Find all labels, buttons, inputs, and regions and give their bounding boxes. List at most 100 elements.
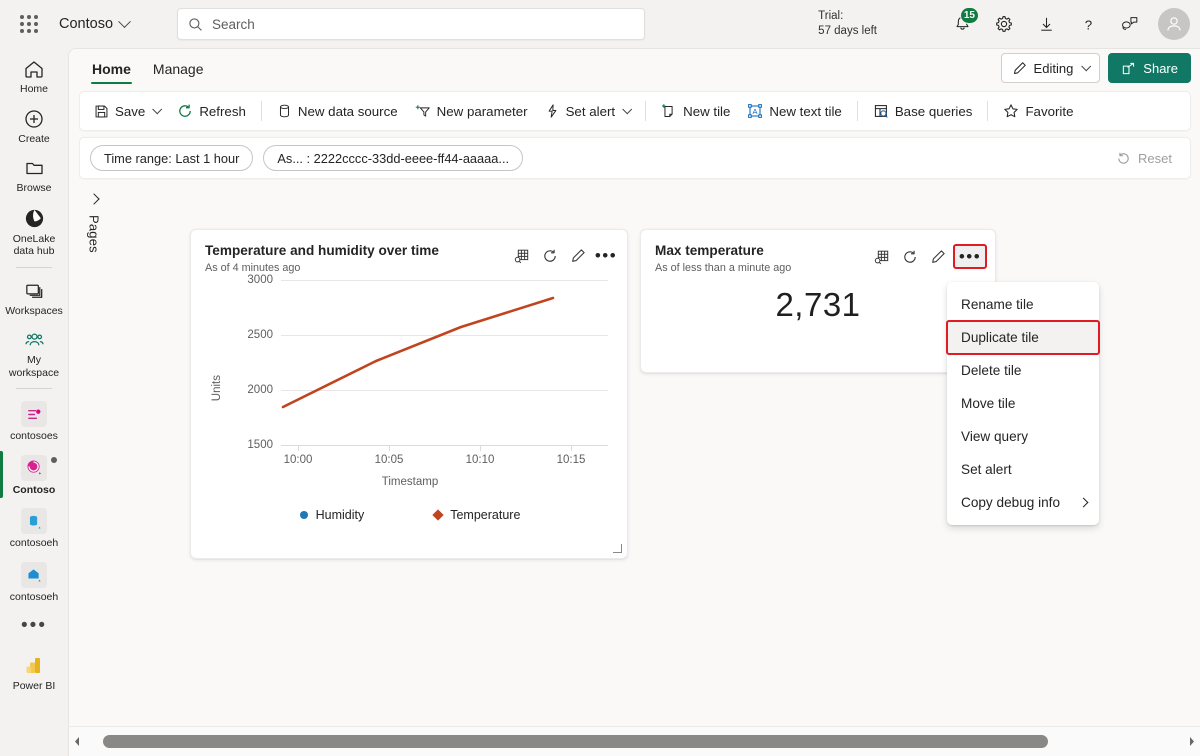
rail-more-button[interactable]: •••: [0, 615, 68, 635]
search-icon: [189, 17, 202, 31]
tile-resize-handle[interactable]: [613, 544, 622, 553]
filter-pill-time-range[interactable]: Time range: Last 1 hour: [90, 145, 254, 171]
menu-item-delete-tile[interactable]: Delete tile: [947, 354, 1099, 387]
tab-manage[interactable]: Manage: [144, 53, 213, 84]
sidebar-item-contoso[interactable]: Contoso: [0, 449, 68, 501]
account-avatar[interactable]: [1158, 8, 1190, 40]
brand-label: Contoso: [59, 16, 114, 32]
x-tick-mark: [480, 446, 481, 451]
sidebar-item-label: Power BI: [12, 680, 56, 692]
help-icon: ?: [1084, 17, 1091, 32]
tile-more-options-button[interactable]: •••: [593, 244, 619, 268]
feedback-button[interactable]: [1110, 4, 1150, 44]
feedback-icon: [1122, 17, 1138, 31]
tile-temperature-and-humidity[interactable]: Temperature and humidity over time As of…: [190, 229, 628, 559]
tab-label: Home: [92, 60, 131, 77]
explore-data-icon: [514, 249, 529, 264]
pages-pane-toggle[interactable]: Pages: [79, 185, 109, 756]
new-parameter-icon: [415, 105, 430, 117]
sidebar-item-label: Browse: [16, 182, 52, 194]
trial-line-1: Trial:: [818, 10, 844, 22]
menu-item-move-tile[interactable]: Move tile: [947, 387, 1099, 420]
sidebar-item-contosoeh-db[interactable]: contosoeh: [0, 502, 68, 554]
set-alert-button[interactable]: Set alert: [537, 96, 639, 126]
legend-item-temperature[interactable]: Temperature: [432, 508, 520, 522]
pill-label: Time range: Last 1 hour: [104, 150, 240, 166]
trial-status: Trial: 57 days left: [818, 9, 877, 39]
menu-item-label: Rename tile: [961, 297, 1034, 312]
legend-marker-circle-icon: [299, 511, 308, 519]
settings-button[interactable]: [984, 4, 1024, 44]
edit-tile-button[interactable]: [565, 244, 591, 268]
button-label: New data source: [297, 103, 398, 119]
new-text-tile-icon: A: [748, 104, 763, 118]
scrollbar-track[interactable]: [85, 735, 1184, 748]
tab-home[interactable]: Home: [83, 53, 140, 84]
tile-title: Temperature and humidity over time: [205, 243, 439, 258]
horizontal-scrollbar[interactable]: [69, 726, 1200, 756]
sidebar-item-browse[interactable]: Browse: [0, 151, 68, 199]
menu-item-label: Move tile: [961, 396, 1016, 411]
button-label: New tile: [683, 103, 731, 119]
menu-item-copy-debug-info[interactable]: Copy debug info: [947, 486, 1099, 519]
sidebar-item-contosoeh-eventhouse[interactable]: contosoeh: [0, 556, 68, 608]
sidebar-item-label: Contoso: [12, 483, 56, 496]
new-parameter-button[interactable]: New parameter: [407, 96, 536, 126]
refresh-tile-button[interactable]: [897, 245, 923, 269]
edit-tile-button[interactable]: [925, 245, 951, 269]
new-tile-icon: [662, 104, 673, 117]
new-tile-button[interactable]: New tile: [653, 96, 738, 126]
app-launcher-icon[interactable]: [19, 14, 39, 34]
share-label: Share: [1143, 60, 1178, 76]
menu-item-label: View query: [961, 429, 1028, 444]
tile-more-options-button[interactable]: •••: [953, 244, 987, 269]
new-data-source-button[interactable]: New data source: [269, 96, 406, 126]
sidebar-item-contosoes[interactable]: contosoes: [0, 395, 68, 447]
button-label: Set alert: [565, 103, 616, 119]
x-tick-mark: [389, 446, 390, 451]
scroll-right-button[interactable]: [1184, 736, 1200, 747]
database-icon: [21, 508, 47, 534]
sidebar-item-home[interactable]: Home: [0, 52, 68, 100]
search-box[interactable]: Search: [177, 8, 645, 40]
left-nav-rail: Home Create Browse OneLake data hub Work…: [0, 48, 68, 756]
sidebar-item-workspaces[interactable]: Workspaces: [0, 274, 68, 322]
sidebar-item-power-bi[interactable]: Power BI: [0, 649, 68, 697]
notifications-button[interactable]: 15: [942, 4, 982, 44]
menu-item-set-alert[interactable]: Set alert: [947, 453, 1099, 486]
alert-bolt-icon: [548, 104, 556, 118]
refresh-tile-button[interactable]: [537, 244, 563, 268]
sidebar-item-my-workspace[interactable]: My workspace: [0, 323, 68, 383]
explore-data-button[interactable]: [509, 244, 535, 268]
x-axis-label: Timestamp: [381, 476, 439, 488]
x-tick-mark: [298, 446, 299, 451]
explore-data-button[interactable]: [869, 245, 895, 269]
menu-item-view-query[interactable]: View query: [947, 420, 1099, 453]
menu-item-rename-tile[interactable]: Rename tile: [947, 288, 1099, 321]
legend-item-humidity[interactable]: Humidity: [299, 508, 364, 522]
share-button[interactable]: Share: [1108, 53, 1191, 83]
brand-switcher[interactable]: Contoso: [53, 12, 135, 36]
filter-pill-asset-id[interactable]: As... : 2222cccc-33dd-eeee-ff44-aaaaa...: [263, 145, 524, 171]
sidebar-item-create[interactable]: Create: [0, 102, 68, 150]
scroll-left-button[interactable]: [69, 736, 85, 747]
refresh-button[interactable]: Refresh: [169, 96, 254, 126]
scrollbar-thumb[interactable]: [103, 735, 1048, 748]
menu-item-label: Delete tile: [961, 363, 1022, 378]
reset-filters-button[interactable]: Reset: [1108, 147, 1180, 170]
sidebar-item-onelake-data-hub[interactable]: OneLake data hub: [0, 201, 68, 262]
new-text-tile-button[interactable]: A New text tile: [739, 96, 849, 126]
save-button[interactable]: Save: [86, 96, 168, 126]
y-tick-label: 1500: [247, 439, 273, 451]
download-button[interactable]: [1026, 4, 1066, 44]
favorite-button[interactable]: Favorite: [995, 96, 1081, 126]
folder-icon: [25, 162, 43, 175]
sidebar-item-label: Home: [19, 83, 48, 95]
base-queries-button[interactable]: Base queries: [865, 96, 981, 126]
sidebar-item-label: My workspace: [8, 354, 60, 379]
menu-item-duplicate-tile[interactable]: Duplicate tile: [946, 320, 1100, 355]
tile-max-temperature[interactable]: Max temperature As of less than a minute…: [640, 229, 996, 373]
chart-legend: Humidity Temperature: [191, 508, 629, 522]
help-button[interactable]: ?: [1068, 4, 1108, 44]
editing-mode-button[interactable]: Editing: [1000, 53, 1101, 83]
